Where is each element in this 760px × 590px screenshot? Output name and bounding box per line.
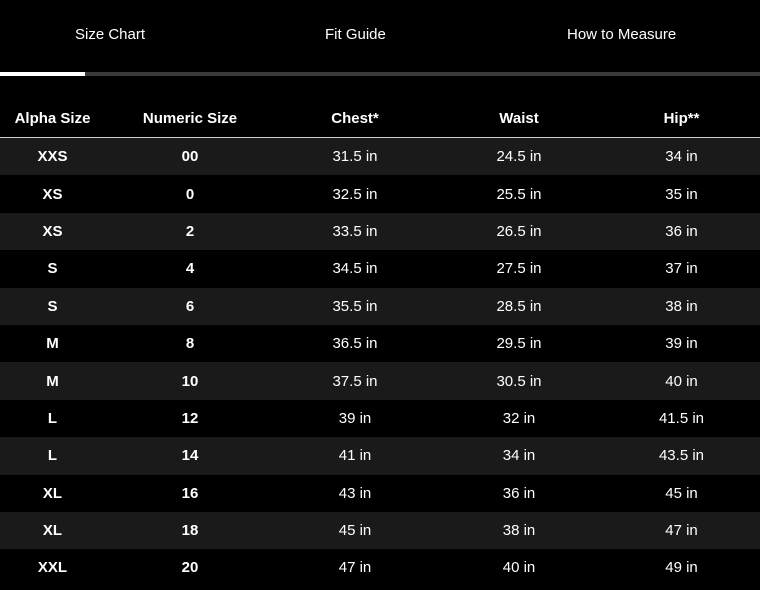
cell-waist: 30.5 in [435,362,603,400]
cell-waist: 36 in [435,474,603,512]
table-row: XS 0 32.5 in 25.5 in 35 in [0,175,760,213]
cell-numeric-size: 00 [105,137,275,176]
cell-alpha-size: XXL [0,549,105,587]
cell-chest: 34.5 in [275,250,435,288]
header-numeric-size: Numeric Size [105,99,275,138]
header-chest: Chest* [275,99,435,138]
cell-numeric-size: 14 [105,437,275,475]
table-row: L 14 41 in 34 in 43.5 in [0,437,760,475]
table-row: L 12 39 in 32 in 41.5 in [0,399,760,438]
size-chart-table: Alpha Size Numeric Size Chest* Waist Hip… [0,99,760,587]
cell-numeric-size: 12 [105,399,275,438]
cell-alpha-size: XL [0,511,105,550]
table-row: S 6 35.5 in 28.5 in 38 in [0,287,760,325]
cell-waist: 28.5 in [435,287,603,325]
cell-waist: 29.5 in [435,324,603,363]
cell-numeric-size: 0 [105,175,275,213]
cell-alpha-size: L [0,399,105,438]
cell-chest: 41 in [275,437,435,475]
cell-hip: 35 in [603,175,760,213]
cell-alpha-size: M [0,324,105,363]
cell-chest: 31.5 in [275,137,435,176]
table-row: M 10 37.5 in 30.5 in 40 in [0,362,760,400]
cell-hip: 39 in [603,324,760,363]
cell-chest: 43 in [275,474,435,512]
cell-alpha-size: L [0,437,105,475]
header-alpha-size: Alpha Size [0,99,105,138]
cell-waist: 40 in [435,549,603,587]
cell-hip: 43.5 in [603,437,760,475]
tab-how-to-measure[interactable]: How to Measure [567,0,676,72]
table-row: M 8 36.5 in 29.5 in 39 in [0,324,760,363]
tab-size-chart[interactable]: Size Chart [75,0,145,72]
cell-hip: 41.5 in [603,399,760,438]
cell-numeric-size: 8 [105,324,275,363]
tab-fit-guide[interactable]: Fit Guide [325,0,386,72]
cell-waist: 32 in [435,399,603,438]
cell-alpha-size: S [0,287,105,325]
cell-hip: 34 in [603,137,760,176]
cell-hip: 38 in [603,287,760,325]
cell-hip: 49 in [603,549,760,587]
cell-alpha-size: XS [0,212,105,251]
header-hip: Hip** [603,99,760,138]
table-row: S 4 34.5 in 27.5 in 37 in [0,250,760,288]
cell-chest: 47 in [275,549,435,587]
table-row: XXS 00 31.5 in 24.5 in 34 in [0,137,760,176]
cell-chest: 33.5 in [275,212,435,251]
cell-chest: 37.5 in [275,362,435,400]
cell-alpha-size: M [0,362,105,400]
cell-hip: 36 in [603,212,760,251]
cell-alpha-size: S [0,250,105,288]
cell-chest: 36.5 in [275,324,435,363]
active-tab-indicator [0,72,85,76]
cell-chest: 32.5 in [275,175,435,213]
cell-chest: 39 in [275,399,435,438]
cell-waist: 24.5 in [435,137,603,176]
cell-numeric-size: 4 [105,250,275,288]
cell-numeric-size: 20 [105,549,275,587]
cell-numeric-size: 10 [105,362,275,400]
cell-chest: 35.5 in [275,287,435,325]
cell-alpha-size: XL [0,474,105,512]
cell-hip: 40 in [603,362,760,400]
table-row: XXL 20 47 in 40 in 49 in [0,549,760,587]
table-row: XL 18 45 in 38 in 47 in [0,511,760,550]
cell-numeric-size: 6 [105,287,275,325]
cell-hip: 47 in [603,511,760,550]
cell-waist: 38 in [435,511,603,550]
cell-hip: 45 in [603,474,760,512]
header-waist: Waist [435,99,603,138]
cell-numeric-size: 16 [105,474,275,512]
cell-chest: 45 in [275,511,435,550]
cell-hip: 37 in [603,250,760,288]
cell-waist: 34 in [435,437,603,475]
cell-alpha-size: XXS [0,137,105,176]
table-row: XL 16 43 in 36 in 45 in [0,474,760,512]
cell-numeric-size: 18 [105,511,275,550]
table-body: XXS 00 31.5 in 24.5 in 34 in XS 0 32.5 in 25.5 i… [0,137,760,587]
cell-waist: 25.5 in [435,175,603,213]
tab-bar: Size Chart Fit Guide How to Measure [0,0,760,72]
table-row: XS 2 33.5 in 26.5 in 36 in [0,212,760,251]
table-header-row: Alpha Size Numeric Size Chest* Waist Hip… [0,99,760,138]
cell-numeric-size: 2 [105,212,275,251]
cell-waist: 27.5 in [435,250,603,288]
cell-alpha-size: XS [0,175,105,213]
cell-waist: 26.5 in [435,212,603,251]
tab-track [0,72,760,76]
